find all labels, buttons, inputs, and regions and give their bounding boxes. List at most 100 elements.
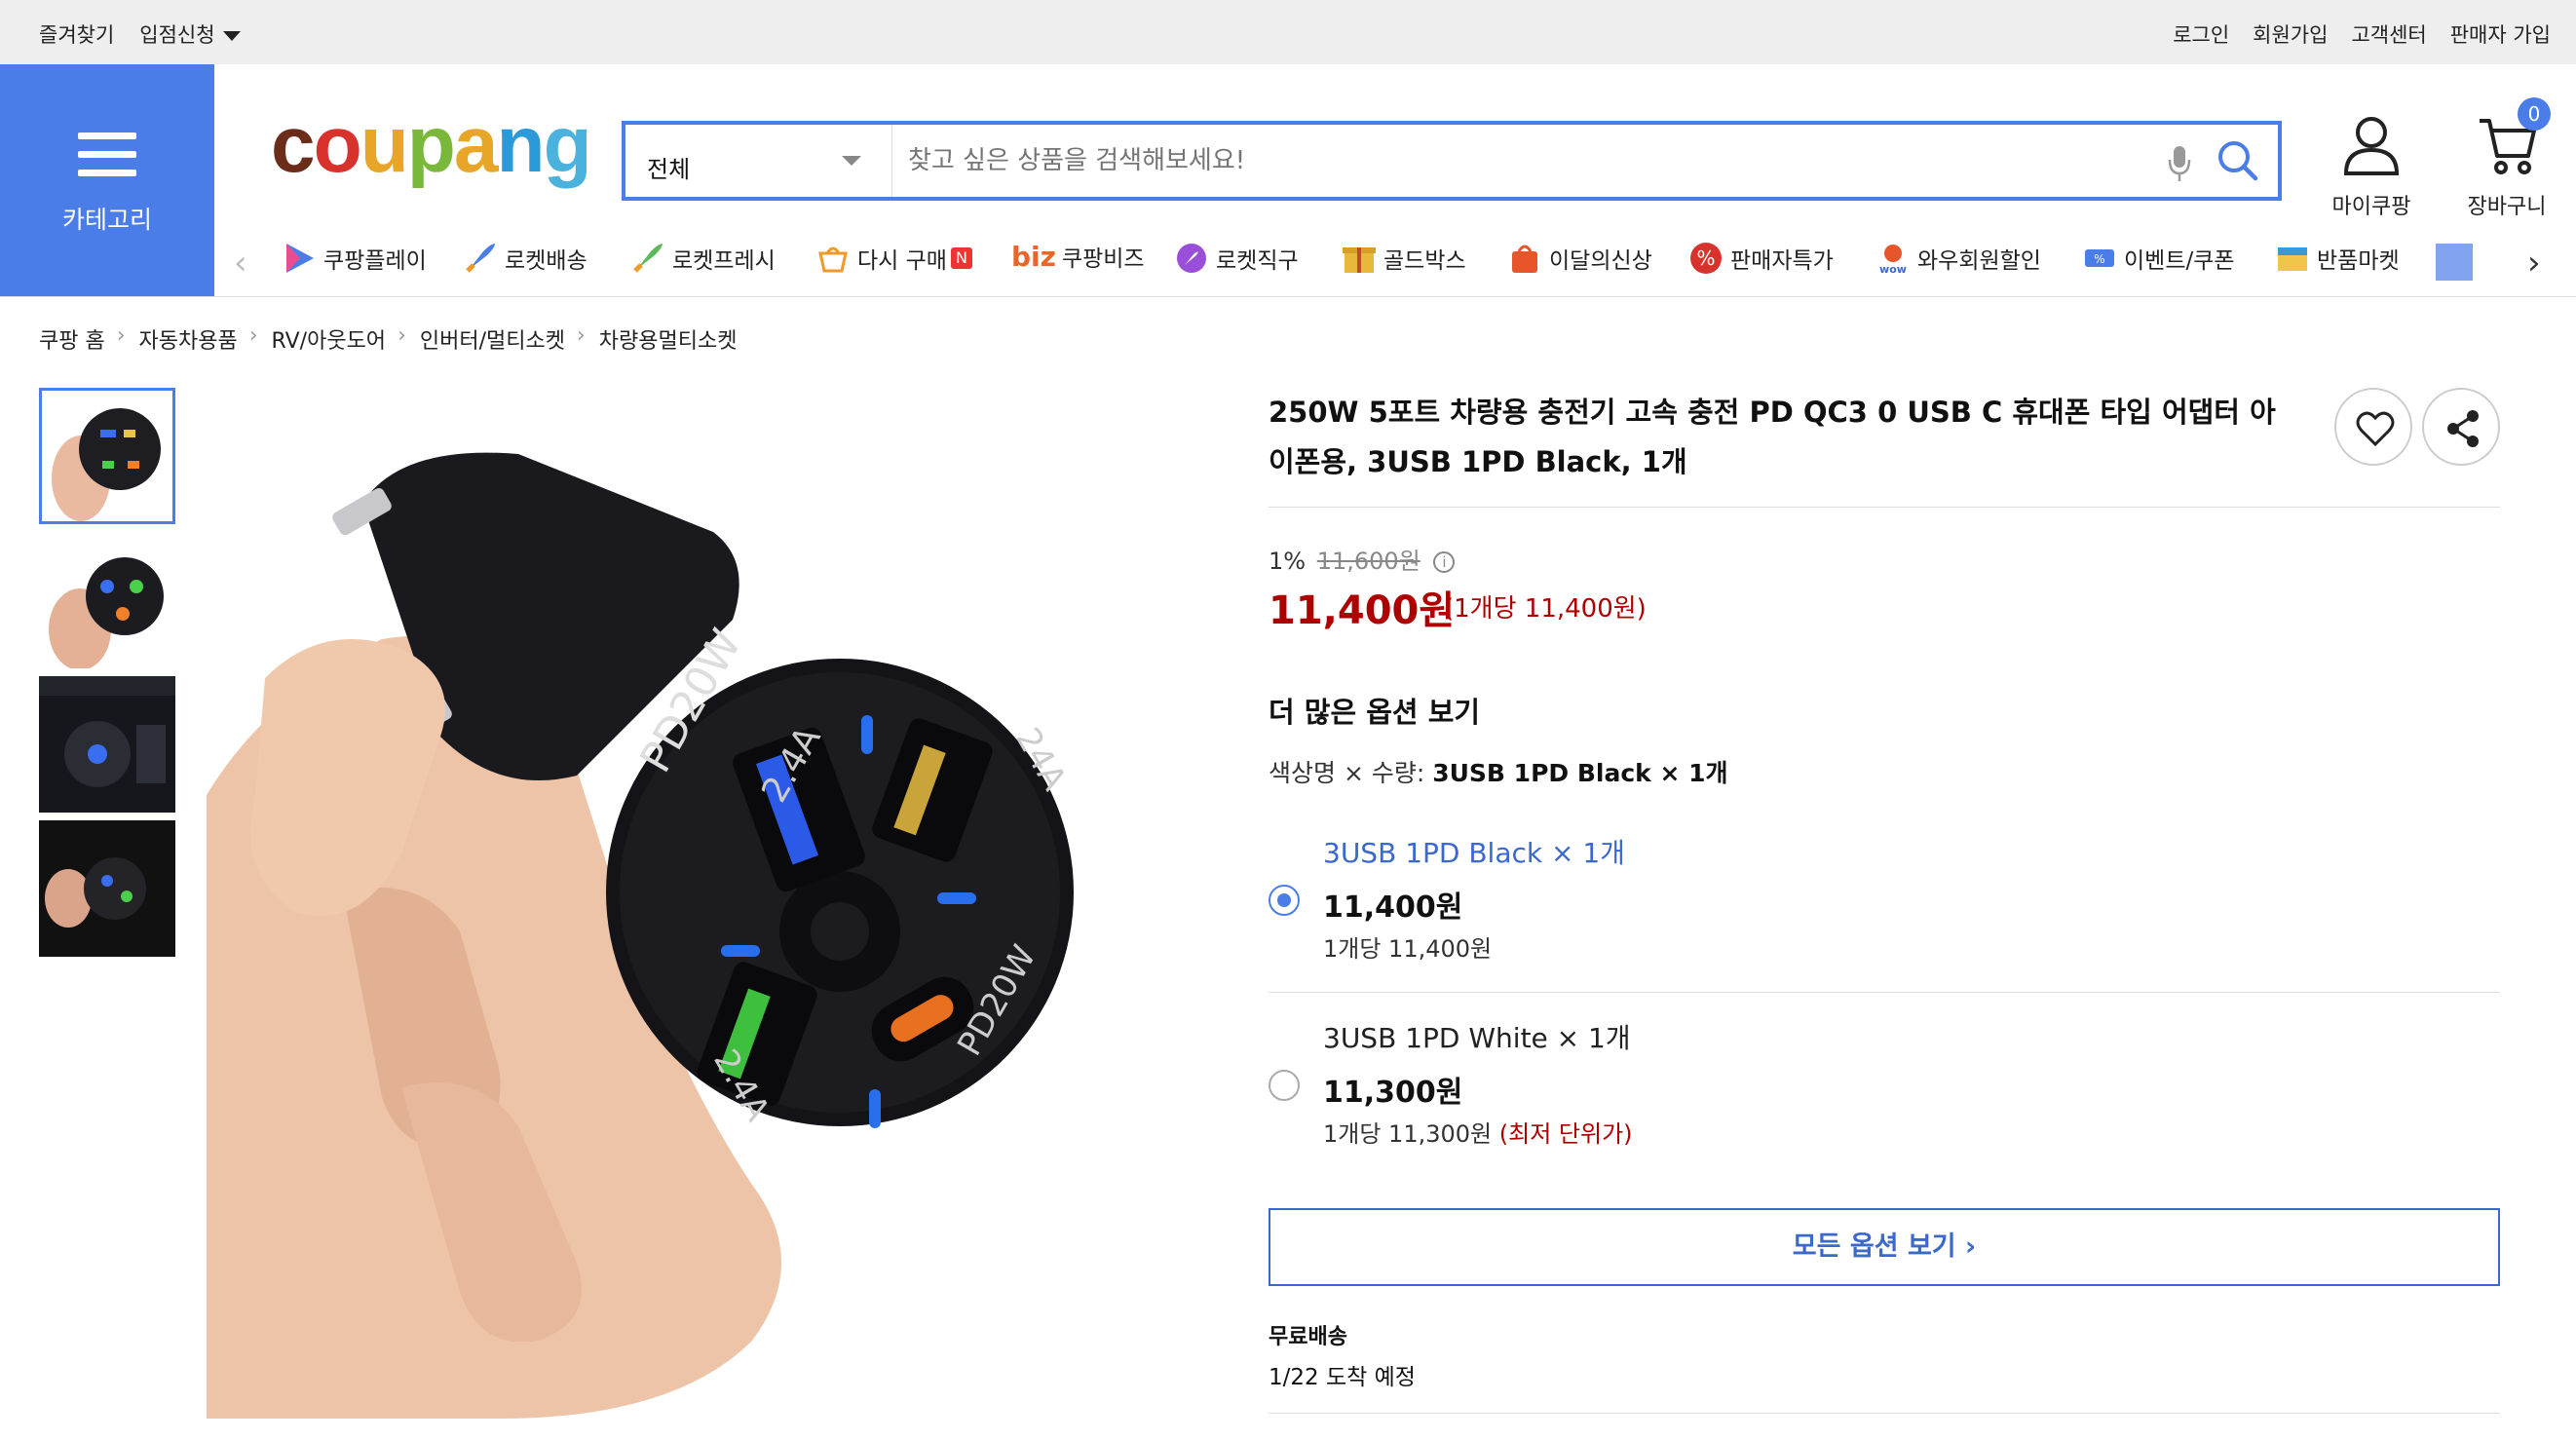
nav-label: 판매자특가 bbox=[1730, 248, 1834, 274]
option-price: 11,300원 bbox=[1323, 1076, 1463, 1110]
option-radio-selected[interactable] bbox=[1269, 885, 1300, 916]
chevron-right-icon: › bbox=[398, 323, 406, 348]
nav-item-rocket-fresh[interactable]: 로켓프레시 bbox=[629, 240, 776, 277]
svg-text:%: % bbox=[2094, 252, 2104, 266]
category-label: 카테고리 bbox=[61, 206, 152, 234]
arrival-date: 1/22 도착 예정 bbox=[1269, 1365, 1416, 1390]
seller-apply-menu[interactable]: 입점신청 bbox=[139, 19, 241, 49]
search-scope-value: 전체 bbox=[647, 156, 691, 183]
option-item[interactable]: 3USB 1PD Black × 1개 11,400원 1개당 11,400원 bbox=[1269, 828, 2500, 994]
chevron-down-icon bbox=[222, 31, 241, 41]
rocket-icon bbox=[466, 244, 495, 273]
nav-label: 이벤트/쿠폰 bbox=[2124, 248, 2235, 274]
sale-price: 11,400원 bbox=[1269, 588, 1456, 633]
header-divider bbox=[0, 296, 2576, 297]
free-shipping: 무료배송 bbox=[1269, 1325, 1347, 1349]
nav-item-seller-deal[interactable]: % 판매자특가 bbox=[1687, 240, 1834, 277]
all-options-label: 모든 옵션 보기 bbox=[1792, 1232, 1956, 1262]
nav-label: 골드박스 bbox=[1383, 248, 1466, 274]
nav-item-rocket-delivery[interactable]: 로켓배송 bbox=[462, 240, 587, 277]
store-icon[interactable] bbox=[2436, 244, 2473, 281]
product-main-image[interactable]: PD20W 2.4A 24A 2.4A PD20W bbox=[207, 386, 1165, 1419]
new-bag-icon bbox=[1512, 245, 1537, 273]
chevron-right-icon: › bbox=[1965, 1232, 1977, 1262]
nav-item-return-market[interactable]: 반품마켓 bbox=[2274, 240, 2400, 277]
wishlist-button[interactable] bbox=[2334, 388, 2412, 466]
search-bar: 전체 bbox=[622, 121, 2282, 201]
chevron-down-icon bbox=[842, 156, 861, 166]
unit-price: (1개당 11,400원) bbox=[1444, 594, 1647, 624]
nav-label: 쿠팡플레이 bbox=[323, 248, 427, 274]
nav-item-new-arrivals[interactable]: 이달의신상 bbox=[1506, 240, 1652, 277]
lowest-unit-price-note: (최저 단위가) bbox=[1498, 1120, 1633, 1148]
chosen-option: 색상명 × 수량: 3USB 1PD Black × 1개 bbox=[1269, 754, 1728, 789]
nav-item-goldbox[interactable]: 골드박스 bbox=[1341, 240, 1466, 277]
chevron-right-icon: › bbox=[116, 323, 126, 348]
seller-join-link[interactable]: 판매자 가입 bbox=[2450, 19, 2551, 49]
svg-text:%: % bbox=[1696, 246, 1715, 270]
nav-item-rebuy[interactable]: 다시 구매 N bbox=[814, 240, 972, 277]
divider bbox=[1269, 1413, 2500, 1414]
option-item[interactable]: 3USB 1PD White × 1개 11,300원 1개당 11,300원 … bbox=[1269, 1013, 2500, 1179]
search-scope-select[interactable]: 전체 bbox=[625, 125, 892, 197]
breadcrumb-item[interactable]: 인버터/멀티소켓 bbox=[420, 323, 565, 355]
login-link[interactable]: 로그인 bbox=[2173, 19, 2229, 49]
nav-label: 반품마켓 bbox=[2317, 248, 2400, 274]
nav-label: 로켓프레시 bbox=[672, 248, 776, 274]
coupon-icon: % bbox=[2085, 249, 2114, 267]
support-link[interactable]: 고객센터 bbox=[2351, 19, 2426, 49]
discount-rate: 1% bbox=[1269, 548, 1307, 575]
percent-icon: % bbox=[1690, 243, 1722, 274]
microphone-icon[interactable] bbox=[2165, 142, 2194, 187]
biz-icon: biz bbox=[1011, 240, 1056, 273]
option-unit-price: 1개당 11,300원 bbox=[1323, 1120, 1493, 1148]
chevron-right-icon: › bbox=[576, 323, 586, 348]
breadcrumb-item[interactable]: 차량용멀티소켓 bbox=[599, 323, 738, 355]
mycoupang-button[interactable]: 마이쿠팡 bbox=[2323, 115, 2420, 220]
product-title: 250W 5포트 차량용 충전기 고속 충전 PD QC3 0 USB C 휴대… bbox=[1269, 396, 2276, 478]
thumbnail-2[interactable] bbox=[39, 532, 175, 668]
info-icon[interactable]: i bbox=[1433, 551, 1456, 573]
option-name: 3USB 1PD Black × 1개 bbox=[1323, 837, 1625, 869]
nav-label: 와우회원할인 bbox=[1917, 248, 2041, 274]
nav-item-rocket-global[interactable]: 로켓직구 bbox=[1173, 240, 1299, 277]
divider bbox=[1269, 507, 2500, 508]
nav-item-coupangbiz[interactable]: biz 쿠팡비즈 bbox=[1011, 240, 1145, 273]
coupang-logo[interactable]: coupang bbox=[271, 105, 592, 185]
option-radio[interactable] bbox=[1269, 1070, 1300, 1101]
all-options-button[interactable]: 모든 옵션 보기 › bbox=[1269, 1208, 2500, 1286]
chevron-right-icon: › bbox=[248, 323, 258, 348]
discount-row: 1% 11,600원 i bbox=[1269, 542, 1456, 576]
goldbox-icon bbox=[1343, 247, 1376, 273]
share-icon bbox=[2447, 410, 2479, 447]
nav-next-icon[interactable]: › bbox=[2527, 244, 2541, 283]
option-name: 3USB 1PD White × 1개 bbox=[1323, 1022, 1631, 1054]
top-bar: 즐겨찾기 입점신청 로그인 회원가입 고객센터 판매자 가입 bbox=[0, 0, 2576, 64]
category-button[interactable]: 카테고리 bbox=[0, 64, 214, 296]
breadcrumb-item[interactable]: 자동차용품 bbox=[139, 323, 238, 355]
category-nav: ‹ 쿠팡플레이 로켓배송 로켓프레시 다시 구매 N biz 쿠팡비즈 로켓직구 골… bbox=[226, 240, 2576, 288]
nav-item-wow-discount[interactable]: wow 와우회원할인 bbox=[1875, 240, 2041, 277]
thumbnail-3[interactable] bbox=[39, 676, 175, 813]
search-input[interactable] bbox=[908, 136, 2077, 185]
hamburger-icon bbox=[78, 133, 136, 188]
breadcrumb-item[interactable]: RV/아웃도어 bbox=[272, 323, 387, 355]
global-rocket-icon bbox=[1177, 244, 1206, 273]
wow-icon: wow bbox=[1879, 245, 1907, 276]
nav-label: 이달의신상 bbox=[1549, 248, 1652, 274]
thumbnail-1[interactable] bbox=[39, 388, 175, 524]
breadcrumb-item[interactable]: 쿠팡 홈 bbox=[39, 323, 105, 355]
new-badge: N bbox=[950, 247, 972, 269]
cart-button[interactable]: 장바구니 bbox=[2453, 115, 2560, 220]
mycoupang-label: 마이쿠팡 bbox=[2331, 195, 2411, 219]
bookmark-link[interactable]: 즐겨찾기 bbox=[39, 19, 114, 49]
thumbnail-4[interactable] bbox=[39, 820, 175, 957]
search-icon[interactable] bbox=[2216, 138, 2260, 187]
signup-link[interactable]: 회원가입 bbox=[2253, 19, 2328, 49]
nav-item-coupangplay[interactable]: 쿠팡플레이 bbox=[281, 240, 427, 277]
chosen-value: 3USB 1PD Black × 1개 bbox=[1432, 759, 1728, 787]
share-button[interactable] bbox=[2422, 388, 2500, 466]
seller-apply-label: 입점신청 bbox=[139, 23, 215, 47]
nav-item-event-coupon[interactable]: % 이벤트/쿠폰 bbox=[2081, 240, 2235, 277]
nav-prev-icon[interactable]: ‹ bbox=[234, 244, 247, 283]
